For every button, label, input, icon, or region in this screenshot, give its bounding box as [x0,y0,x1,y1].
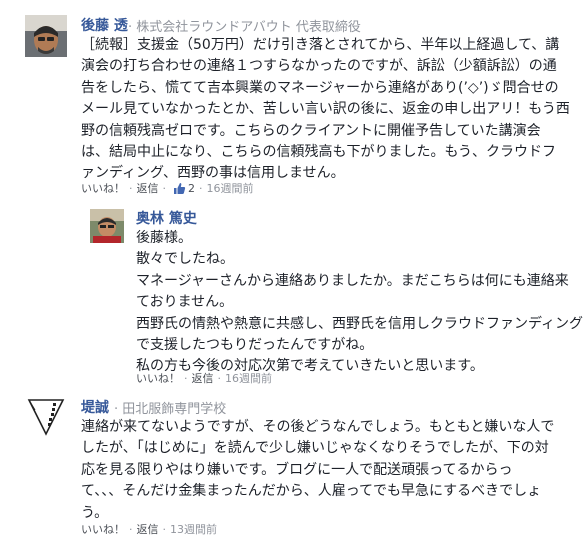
separator: · [217,371,222,385]
comment-actions: いいね！ · 返信 · 16週間前 [136,370,272,386]
comment-line: メール見ていなかったとか、苦しい言い訳の後に、返金の申し出アリ！もう西 [81,101,570,118]
reply-button[interactable]: 返信 [192,370,214,386]
comment-line: ［続報］支援金（50万円）だけ引き落とされてから、半年以上経過して、講 [81,37,560,53]
separator: · [129,181,133,195]
comment-text: ［続報］支援金（50万円）だけ引き落とされてから、半年以上経過して、講 演会の打… [81,35,570,185]
author-affiliation: · 田北服飾専門学校 [114,402,227,417]
comment-line: 後藤様。 [136,230,192,246]
comment-line: ておりません。 [136,294,234,311]
author-affiliation: · 株式会社ラウンドアバウト 代表取締役 [128,20,361,35]
comment-line: 西野氏の情熱や熱意に共感し、西野氏を信用しクラウドファンディング [136,315,584,332]
avatar[interactable] [25,15,67,57]
separator: · [162,181,167,195]
comment-actions: いいね！ · 返信 · 2 · 16週間前 [81,180,254,196]
timestamp[interactable]: 16週間前 [225,370,272,386]
reply-button[interactable]: 返信 [137,521,159,537]
comment-line: 連絡が来てないようですが、その後どうなんでしょう。もともと嫌いな人で [81,419,555,435]
comment-line: したが、「はじめに」を読んで少し嫌いじゃなくなりそうでしたが、下の対 [81,440,549,457]
separator: · [129,522,133,536]
thumbs-up-icon[interactable] [173,182,186,195]
comment-text: 後藤様。 散々でしたね。 マネージャーさんから連絡ありましたか。まだこちらは何に… [136,228,583,378]
author-name[interactable]: 堤誠 [81,397,109,417]
comment-line: 野の信頼残高ゼロです。こちらのクライアントに開催予告していた講演会 [81,122,541,139]
reply-button[interactable]: 返信 [137,180,159,196]
avatar[interactable] [25,396,67,438]
timestamp[interactable]: 13週間前 [170,521,217,537]
separator: · [199,181,203,195]
separator: · [162,522,167,536]
comment-line: マネージャーさんから連絡ありましたか。まだこちらは何にも連絡来 [136,272,569,289]
separator: · [184,371,188,385]
author-name[interactable]: 奥林 篤史 [136,208,197,228]
comment-line: 告をしたら、慌てて吉本興業のマネージャーから連絡があり(’◇’)ゞ問合せの [81,79,559,96]
like-button[interactable]: いいね！ [81,521,125,537]
author-name[interactable]: 後藤 透 [81,15,128,35]
like-button[interactable]: いいね！ [81,180,125,196]
comment-line: 演会の打ち合わせの連絡１つすらなかったのですが、訴訟（少額訴訟）の通 [81,58,557,75]
comment-line: 散々でしたね。 [136,251,234,268]
comment-line: は、結局中止になり、こちらの信頼残高も下がりました。もう、クラウドフ [81,144,557,161]
like-button[interactable]: いいね！ [136,370,180,386]
like-count[interactable]: 2 [188,182,195,195]
comment-line: て、、、そんだけ金集まったんだから、人雇ってでも早急にするべきでしょ [81,483,542,500]
comment-actions: いいね！ · 返信 · 13週間前 [81,521,217,537]
timestamp[interactable]: 16週間前 [207,180,254,196]
comment-text: 連絡が来てないようですが、その後どうなんでしょう。もともと嫌いな人で したが、「… [81,417,554,524]
avatar[interactable] [90,209,124,243]
comment-line: で支援したつもりだったんですがね。 [136,337,374,354]
comment-line: 応を見る限りやはり嫌いです。ブログに一人で配送頑張ってるからっ [81,461,513,478]
